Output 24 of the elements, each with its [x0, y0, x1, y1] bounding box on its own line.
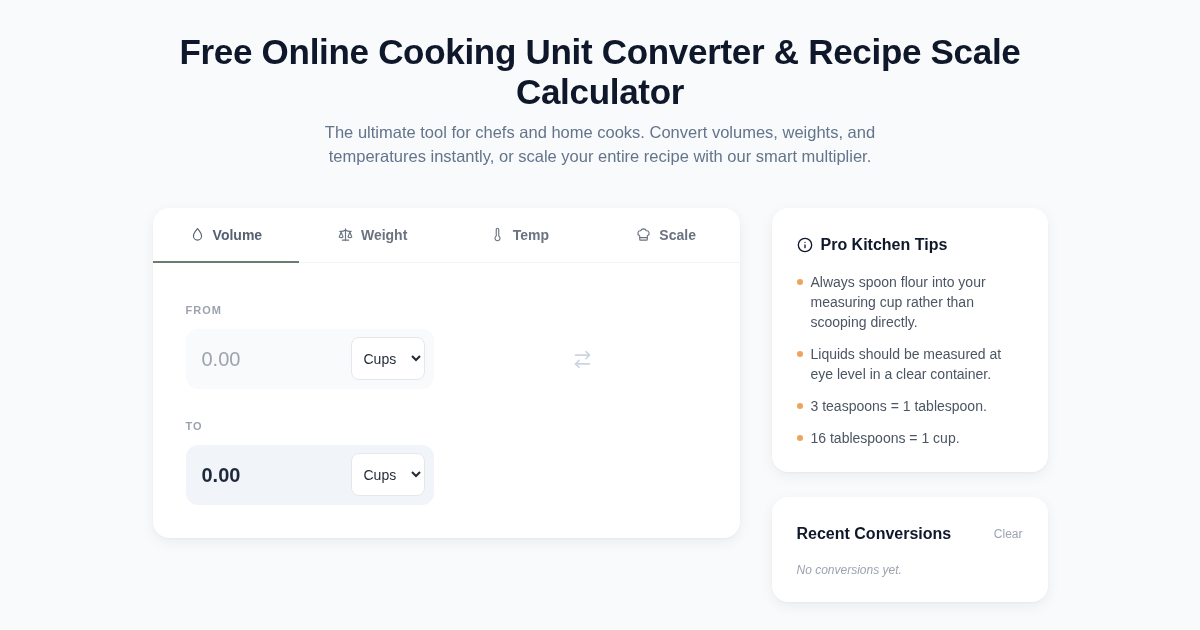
bullet-dot-icon	[796, 435, 803, 441]
bullet-dot-icon	[796, 403, 803, 409]
chef-hat-icon	[636, 227, 652, 242]
tip-text: Liquids should be measured at eye level in a clear container.	[810, 345, 1003, 384]
tip-text: 3 teaspoons = 1 tablespoon.	[810, 397, 987, 416]
empty-state-text: No conversions yet.	[796, 562, 903, 578]
tab[interactable]: Temp	[446, 208, 593, 263]
tab[interactable]: Weight	[299, 208, 446, 263]
unit-select[interactable]: Cups	[350, 453, 425, 496]
tab[interactable]: Volume	[152, 208, 300, 263]
tip-text: Always spoon flour into your measuring cup rather than scooping directly.	[810, 273, 987, 332]
tab[interactable]: Scale	[592, 208, 740, 263]
info-icon	[796, 237, 813, 253]
balance-scale-icon	[337, 227, 353, 242]
from-label: FROM	[185, 303, 223, 317]
page-title: Free Online Cooking Unit Converter & Recipe Scale Calculator	[178, 32, 1022, 112]
tips-heading: Pro Kitchen Tips	[820, 235, 948, 255]
tip-text: 16 tablespoons = 1 cup.	[810, 429, 960, 448]
to-label: TO	[185, 419, 204, 433]
page-subtitle: The ultimate tool for chefs and home cooks. Convert volumes, weights, and temperatures instantly, or scale your entire recipe with our smart multiplier.	[323, 122, 877, 167]
bullet-dot-icon	[796, 279, 803, 285]
bullet-dot-icon	[796, 351, 803, 357]
recent-conversions-heading: Recent Conversions	[796, 524, 952, 544]
unit-select[interactable]: Cups	[350, 337, 425, 380]
